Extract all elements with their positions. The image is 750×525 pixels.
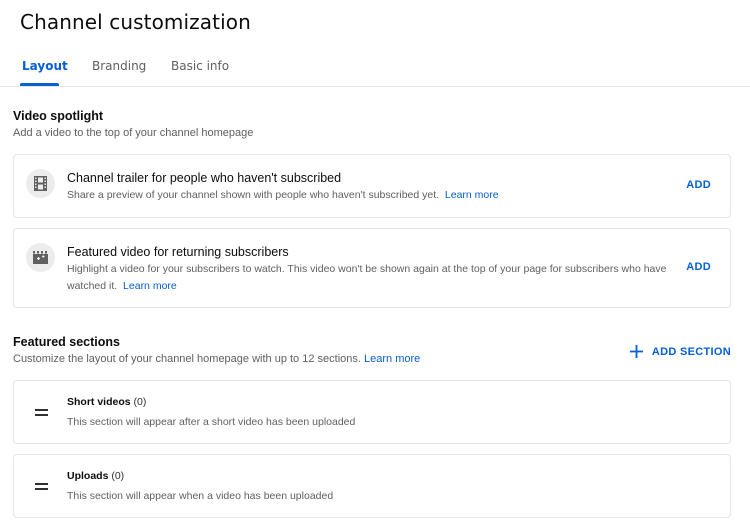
active-tab-indicator	[20, 83, 59, 86]
page-title: Channel customization	[20, 10, 251, 34]
featured-sections-learn-more-link[interactable]: Learn more	[364, 353, 420, 365]
video-spotlight-title: Video spotlight	[13, 109, 104, 123]
channel-trailer-card: Channel trailer for people who haven't s…	[13, 154, 731, 218]
featured-video-add-button[interactable]: ADD	[686, 261, 711, 273]
section-title-uploads: Uploads (0)	[67, 470, 124, 482]
drag-handle-icon[interactable]	[35, 409, 48, 417]
section-card-uploads[interactable]: Uploads (0) This section will appear whe…	[13, 454, 731, 518]
featured-video-card: Featured video for returning subscribers…	[13, 228, 731, 308]
section-name: Short videos	[67, 396, 131, 408]
film-icon	[26, 169, 55, 198]
channel-trailer-title: Channel trailer for people who haven't s…	[67, 171, 342, 185]
featured-video-description: Highlight a video for your subscribers t…	[67, 261, 687, 295]
tab-layout[interactable]: Layout	[22, 59, 68, 73]
featured-video-icon	[26, 243, 55, 272]
featured-video-learn-more-link[interactable]: Learn more	[123, 280, 177, 292]
channel-trailer-add-button[interactable]: ADD	[686, 179, 711, 191]
channel-trailer-description: Share a preview of your channel shown wi…	[67, 187, 499, 204]
featured-sections-description-text: Customize the layout of your channel hom…	[13, 353, 361, 365]
channel-trailer-learn-more-link[interactable]: Learn more	[445, 189, 499, 201]
section-description-uploads: This section will appear when a video ha…	[67, 490, 334, 502]
drag-handle-icon[interactable]	[35, 483, 48, 491]
video-spotlight-description: Add a video to the top of your channel h…	[13, 127, 254, 139]
add-section-label: ADD SECTION	[651, 345, 731, 358]
tab-bar: Layout Branding Basic info	[0, 52, 750, 87]
featured-sections-description: Customize the layout of your channel hom…	[13, 353, 420, 365]
featured-sections-title: Featured sections	[13, 335, 120, 349]
featured-video-title: Featured video for returning subscribers	[67, 245, 289, 259]
section-card-short-videos[interactable]: Short videos (0) This section will appea…	[13, 380, 731, 444]
section-title-short-videos: Short videos (0)	[67, 396, 146, 408]
section-count: (0)	[111, 470, 125, 482]
section-description-short-videos: This section will appear after a short v…	[67, 416, 356, 428]
add-section-button[interactable]: ADD SECTION	[629, 345, 731, 358]
tab-basic-info[interactable]: Basic info	[171, 59, 229, 73]
channel-trailer-description-text: Share a preview of your channel shown wi…	[67, 189, 440, 201]
section-name: Uploads	[67, 470, 109, 482]
section-count: (0)	[133, 396, 147, 408]
tab-branding[interactable]: Branding	[92, 59, 146, 73]
plus-icon	[629, 345, 643, 358]
